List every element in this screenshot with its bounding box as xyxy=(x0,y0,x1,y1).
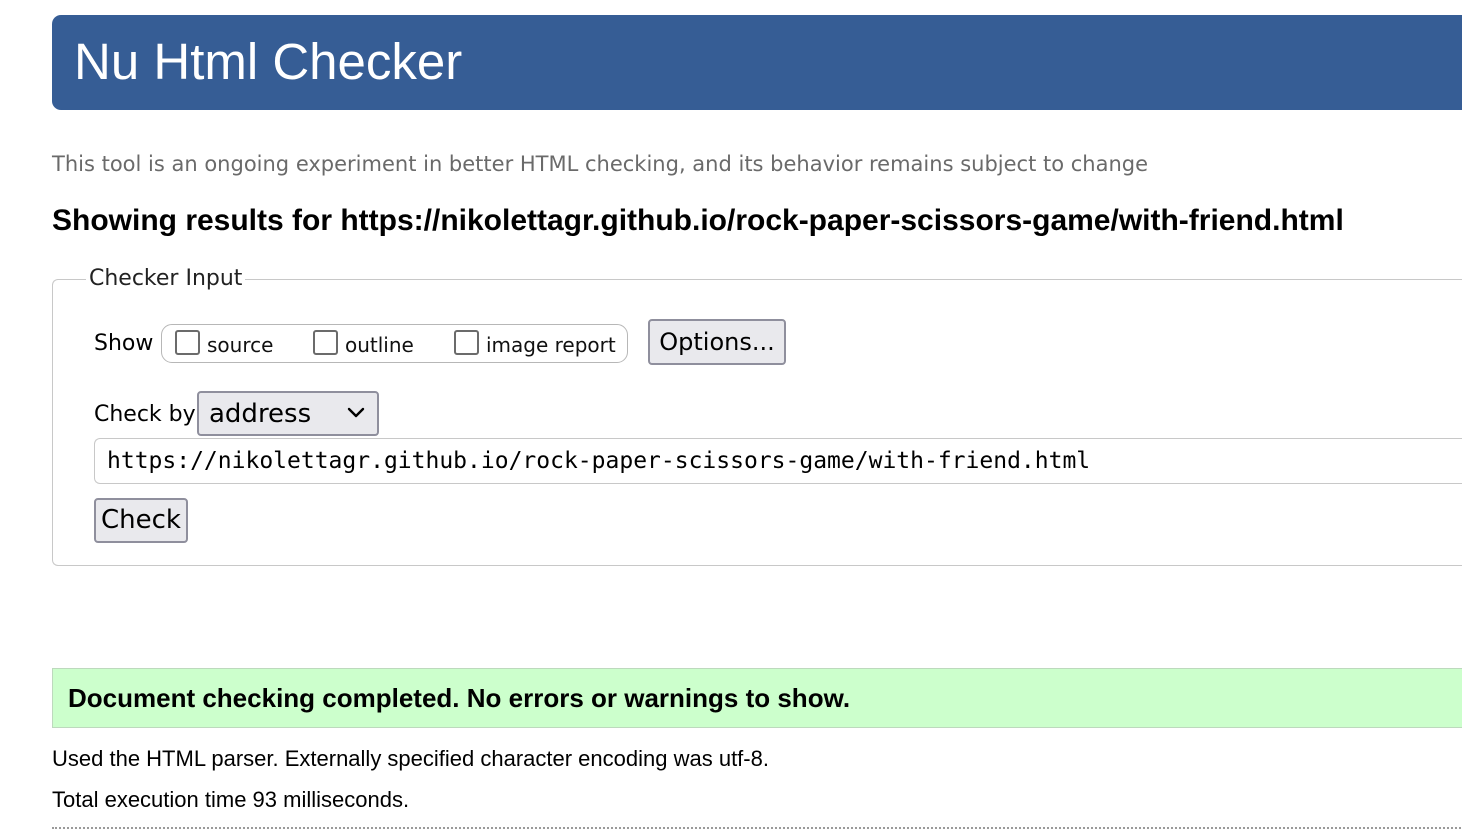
success-message: Document checking completed. No errors o… xyxy=(68,683,851,713)
results-heading: Showing results for https://nikolettagr.… xyxy=(52,204,1344,237)
url-input[interactable]: https://nikolettagr.github.io/rock-paper… xyxy=(94,438,1462,484)
show-label: Show xyxy=(94,331,154,356)
show-outline-label[interactable]: outline xyxy=(345,332,414,358)
url-input-value[interactable]: https://nikolettagr.github.io/rock-paper… xyxy=(107,447,1090,475)
execution-time: Total execution time 93 milliseconds. xyxy=(52,787,410,812)
page-title: Nu Html Checker xyxy=(74,33,463,90)
check-by-label: Check by xyxy=(94,402,196,427)
options-button[interactable]: Options... xyxy=(648,319,786,365)
intro-text: This tool is an ongoing experiment in be… xyxy=(52,152,1149,176)
show-options-group: source outline image report xyxy=(161,324,628,363)
header-banner: Nu Html Checker xyxy=(52,15,1462,110)
check-button[interactable]: Check xyxy=(94,498,188,543)
dotted-divider xyxy=(52,827,1462,829)
check-by-value[interactable]: address xyxy=(209,398,311,430)
show-source-label[interactable]: source xyxy=(207,332,273,358)
checker-input-legend: Checker Input xyxy=(86,265,246,293)
page: Nu Html Checker This tool is an ongoing … xyxy=(0,0,1462,834)
checkbox-icon[interactable] xyxy=(454,330,479,355)
parser-info: Used the HTML parser. Externally specifi… xyxy=(52,746,769,771)
checkbox-icon[interactable] xyxy=(175,330,200,355)
chevron-down-icon xyxy=(347,407,365,418)
checker-input-fieldset: Checker Input Show source outline image … xyxy=(52,265,1462,566)
checkbox-icon[interactable] xyxy=(313,330,338,355)
check-by-select[interactable]: address xyxy=(197,391,379,436)
success-message-box: Document checking completed. No errors o… xyxy=(52,668,1462,728)
show-image-report-label[interactable]: image report xyxy=(486,332,616,358)
